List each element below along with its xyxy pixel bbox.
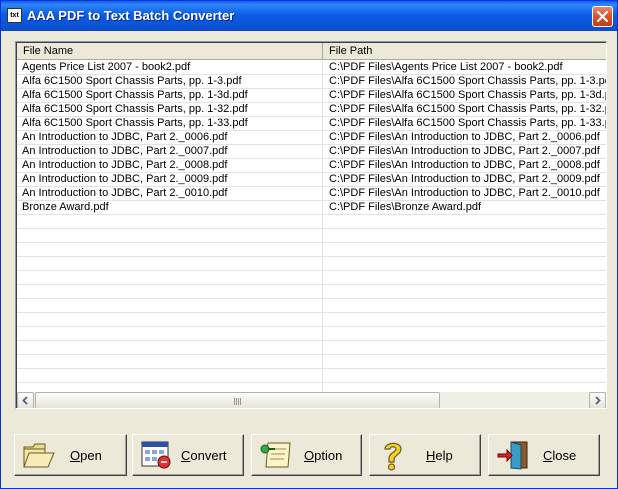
table-row[interactable]: An Introduction to JDBC, Part 2._0009.pd… (17, 173, 606, 187)
convert-button-label: Convert (181, 448, 227, 463)
file-path-cell: C:\PDF Files\Alfa 6C1500 Sport Chassis P… (329, 89, 607, 101)
close-button[interactable]: Close (488, 434, 600, 476)
convert-icon (141, 441, 171, 469)
table-row[interactable]: Alfa 6C1500 Sport Chassis Parts, pp. 1-3… (17, 103, 607, 117)
file-name-cell: An Introduction to JDBC, Part 2._0006.pd… (22, 131, 228, 143)
option-button-label: Option (304, 448, 343, 463)
file-name-cell: An Introduction to JDBC, Part 2._0010.pd… (22, 187, 228, 199)
file-path-cell: C:\PDF Files\An Introduction to JDBC, Pa… (329, 187, 600, 199)
chevron-left-icon (22, 396, 28, 405)
file-name-cell: Alfa 6C1500 Sport Chassis Parts, pp. 1-3… (22, 89, 248, 101)
file-path-cell: C:\PDF Files\An Introduction to JDBC, Pa… (329, 173, 600, 185)
table-row[interactable]: Alfa 6C1500 Sport Chassis Parts, pp. 1-3… (17, 75, 607, 89)
table-row[interactable]: An Introduction to JDBC, Part 2._0010.pd… (17, 187, 606, 201)
close-icon (597, 11, 608, 22)
table-row[interactable]: Agents Price List 2007 - book2.pdf C:\PDF… (17, 61, 606, 75)
file-name-cell: An Introduction to JDBC, Part 2._0008.pd… (22, 159, 228, 171)
file-path-cell: C:\PDF Files\Alfa 6C1500 Sport Chassis P… (329, 103, 607, 115)
folder-open-icon (23, 443, 55, 468)
window-title: AAA PDF to Text Batch Converter (27, 8, 235, 23)
help-icon (384, 442, 402, 471)
column-header-file-path[interactable]: File Path (323, 43, 606, 60)
horizontal-scrollbar[interactable] (17, 392, 606, 408)
title-bar[interactable]: txt AAA PDF to Text Batch Converter (1, 1, 617, 31)
file-path-cell: C:\PDF Files\An Introduction to JDBC, Pa… (329, 131, 600, 143)
app-window: txt AAA PDF to Text Batch Converter File… (0, 0, 618, 489)
file-path-cell: C:\PDF Files\Alfa 6C1500 Sport Chassis P… (329, 75, 607, 87)
window-close-button[interactable] (592, 6, 613, 27)
file-path-cell: C:\PDF Files\Bronze Award.pdf (329, 201, 482, 213)
help-button[interactable]: Help (369, 434, 481, 476)
table-row[interactable]: Bronze Award.pdf C:\PDF Files\Bronze Awar… (17, 201, 606, 215)
exit-door-icon (497, 441, 528, 470)
file-name-cell: Bronze Award.pdf (22, 201, 109, 213)
scroll-right-button[interactable] (589, 392, 606, 408)
close-button-label: Close (543, 448, 577, 463)
file-list[interactable]: File Name File Path Agents Price List 20… (15, 41, 607, 409)
file-path-cell: C:\PDF Files\An Introduction to JDBC, Pa… (329, 159, 600, 171)
table-row[interactable]: An Introduction to JDBC, Part 2._0006.pd… (17, 131, 606, 145)
file-path-cell: C:\PDF Files\Agents Price List 2007 - bo… (329, 61, 563, 73)
file-path-cell: C:\PDF Files\An Introduction to JDBC, Pa… (329, 145, 600, 157)
option-icon (260, 442, 291, 468)
file-name-cell: Alfa 6C1500 Sport Chassis Parts, pp. 1-3… (22, 75, 242, 87)
open-button[interactable]: Open (14, 434, 127, 476)
scroll-thumb[interactable] (35, 392, 440, 408)
open-button-label: Open (70, 448, 102, 463)
file-name-cell: Alfa 6C1500 Sport Chassis Parts, pp. 1-3… (22, 117, 248, 129)
help-button-label: Help (426, 448, 453, 463)
table-row[interactable]: Alfa 6C1500 Sport Chassis Parts, pp. 1-3… (17, 89, 607, 103)
option-button[interactable]: Option (251, 434, 362, 476)
chevron-right-icon (595, 396, 601, 405)
file-path-cell: C:\PDF Files\Alfa 6C1500 Sport Chassis P… (329, 117, 607, 129)
table-row[interactable]: An Introduction to JDBC, Part 2._0008.pd… (17, 159, 606, 173)
column-separator (322, 61, 323, 393)
column-header-file-name[interactable]: File Name (17, 43, 323, 60)
table-row[interactable]: An Introduction to JDBC, Part 2._0007.pd… (17, 145, 606, 159)
file-list-rows: Agents Price List 2007 - book2.pdf C:\PDF… (17, 61, 607, 393)
file-name-cell: An Introduction to JDBC, Part 2._0009.pd… (22, 173, 228, 185)
file-name-cell: Alfa 6C1500 Sport Chassis Parts, pp. 1-3… (22, 103, 248, 115)
app-icon: txt (7, 8, 22, 23)
scroll-grip-icon (233, 398, 242, 405)
scroll-left-button[interactable] (17, 392, 34, 408)
table-row[interactable]: Alfa 6C1500 Sport Chassis Parts, pp. 1-3… (17, 117, 607, 131)
convert-button[interactable]: Convert (132, 434, 244, 476)
file-name-cell: An Introduction to JDBC, Part 2._0007.pd… (22, 145, 228, 157)
file-name-cell: Agents Price List 2007 - book2.pdf (22, 61, 191, 73)
